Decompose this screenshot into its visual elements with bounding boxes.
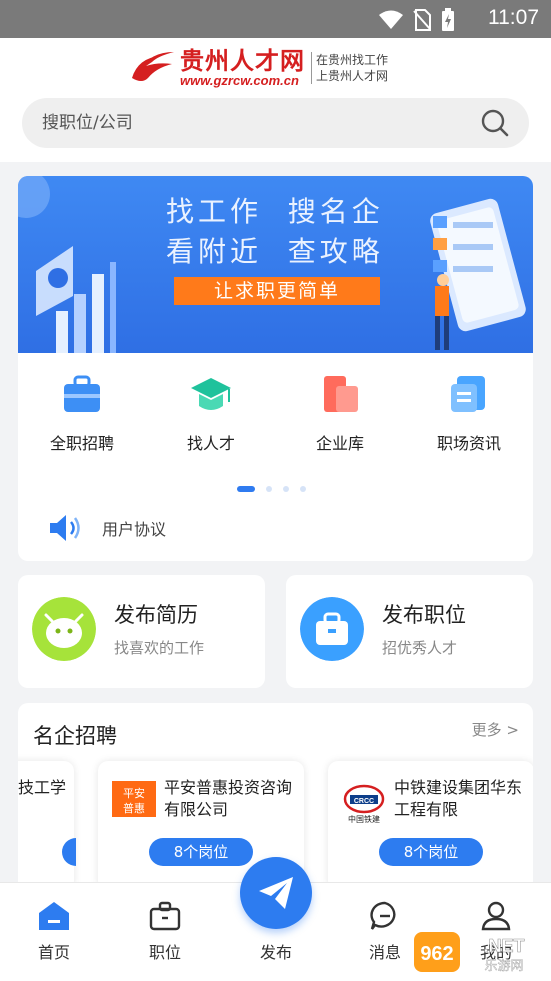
tab-jobs[interactable]: 职位 xyxy=(125,901,205,963)
notice-bar[interactable]: 用户协议 xyxy=(48,512,166,544)
no-sim-icon xyxy=(413,9,431,31)
briefcase-icon xyxy=(64,375,100,412)
category-label: 全职招聘 xyxy=(49,434,114,453)
banner-line1: 找工作 搜名企 xyxy=(166,195,384,228)
svg-text:962: 962 xyxy=(420,943,453,965)
category-company[interactable]: 企业库 xyxy=(285,372,395,454)
home-main-card: 找工作 搜名企 看附近 查攻略 让求职更简单 全职招聘 找人才 企业库 职场资讯… xyxy=(18,176,533,561)
search-input[interactable] xyxy=(42,98,462,148)
header: 贵州人才网 www.gzrcw.com.cn 在贵州找工作 上贵州人才网 xyxy=(0,38,551,162)
more-link[interactable]: 更多 > xyxy=(472,719,519,740)
search-icon[interactable] xyxy=(481,109,509,137)
publish-job-subtitle: 招优秀人才 xyxy=(382,639,458,657)
pingan-logo: 平安 普惠 xyxy=(112,781,156,825)
company-card-partial[interactable]: 技工学 xyxy=(18,761,76,891)
clock: 11:07 xyxy=(488,6,539,29)
tab-home[interactable]: 首页 xyxy=(14,901,94,963)
jobs-count-button[interactable]: 8个岗位 xyxy=(379,838,483,866)
notice-text: 用户协议 xyxy=(102,520,167,539)
company-name: 平安普惠投资咨询有限公司 xyxy=(164,778,293,819)
search-bar[interactable] xyxy=(22,98,529,148)
category-fulltime[interactable]: 全职招聘 xyxy=(27,372,137,454)
svg-text:CRCC: CRCC xyxy=(354,798,374,805)
jobs-count-button[interactable]: 8个岗位 xyxy=(149,838,253,866)
crcc-logo: CRCC 中国铁建 xyxy=(343,784,385,824)
category-talent[interactable]: 找人才 xyxy=(156,372,266,454)
banner-decoration-left xyxy=(18,176,116,353)
publish-job-title: 发布职位 xyxy=(382,603,466,627)
page-dot[interactable] xyxy=(283,486,289,492)
svg-text:中国铁建: 中国铁建 xyxy=(348,814,380,824)
category-label: 找人才 xyxy=(186,434,235,453)
site-logo[interactable]: 贵州人才网 www.gzrcw.com.cn 在贵州找工作 上贵州人才网 xyxy=(128,48,388,88)
category-label: 企业库 xyxy=(315,434,364,453)
logo-swoosh-icon xyxy=(132,52,174,81)
category-label: 职场资讯 xyxy=(436,434,501,453)
publish-resume-card[interactable]: 发布简历 找喜欢的工作 xyxy=(18,575,265,688)
company-name: 中铁建设集团华东工程有限 xyxy=(394,778,523,819)
banner-cta[interactable]: 让求职更简单 xyxy=(174,277,380,305)
news-icon xyxy=(451,376,485,412)
paper-plane-icon xyxy=(259,877,293,909)
tab-messages[interactable]: 消息 xyxy=(345,901,425,963)
user-icon xyxy=(481,901,511,931)
carousel-pagination xyxy=(237,486,306,492)
jobs-pill-partial xyxy=(62,838,76,866)
banner-line2: 看附近 查攻略 xyxy=(166,235,384,268)
svg-text:乐游网: 乐游网 xyxy=(484,959,523,974)
publish-button[interactable] xyxy=(240,857,312,929)
promo-banner[interactable]: 找工作 搜名企 看附近 查攻略 让求职更简单 xyxy=(18,176,533,353)
company-name: 技工学 xyxy=(18,778,67,797)
battery-charging-icon xyxy=(442,8,454,31)
slogan-line1: 在贵州找工作 xyxy=(316,53,389,67)
tab-label: 职位 xyxy=(148,943,181,962)
status-icons xyxy=(379,8,455,32)
publish-resume-subtitle: 找喜欢的工作 xyxy=(114,639,205,657)
publish-resume-title: 发布简历 xyxy=(114,603,198,627)
company-icon xyxy=(324,376,358,412)
home-icon xyxy=(39,902,69,930)
graduation-cap-icon xyxy=(191,378,231,410)
company-card[interactable]: CRCC 中国铁建 中铁建设集团华东工程有限 8个岗位 xyxy=(328,761,533,891)
slogan-line2: 上贵州人才网 xyxy=(316,69,389,83)
message-icon xyxy=(370,901,396,930)
svg-text:.NET: .NET xyxy=(483,936,524,956)
banner-phone-illustration xyxy=(430,198,526,350)
logo-title: 贵州人才网 xyxy=(180,46,305,75)
publish-job-card[interactable]: 发布职位 招优秀人才 xyxy=(286,575,533,688)
status-bar: 11:07 xyxy=(0,0,551,38)
svg-text:平安: 平安 xyxy=(123,786,145,800)
category-grid: 全职招聘 找人才 企业库 职场资讯 xyxy=(18,372,533,454)
tab-label: 消息 xyxy=(368,943,401,962)
speaker-icon xyxy=(50,515,80,541)
logo-slogan: 在贵州找工作 上贵州人才网 xyxy=(311,52,388,84)
briefcase-outline-icon xyxy=(149,901,181,931)
page-dot[interactable] xyxy=(266,486,272,492)
page-dot[interactable] xyxy=(300,486,306,492)
watermark-logo: 962 .NET 乐游网 xyxy=(414,932,525,974)
logo-url: www.gzrcw.com.cn xyxy=(180,73,299,88)
job-briefcase-icon xyxy=(300,597,364,661)
resume-avatar-icon xyxy=(32,597,96,661)
tab-label: 首页 xyxy=(37,943,70,962)
tab-label-publish[interactable]: 发布 xyxy=(236,939,316,963)
section-title: 名企招聘 xyxy=(33,724,117,748)
page-dot-active[interactable] xyxy=(237,486,255,492)
wifi-icon xyxy=(379,10,403,29)
svg-text:普惠: 普惠 xyxy=(123,801,145,815)
category-news[interactable]: 职场资讯 xyxy=(414,372,524,454)
